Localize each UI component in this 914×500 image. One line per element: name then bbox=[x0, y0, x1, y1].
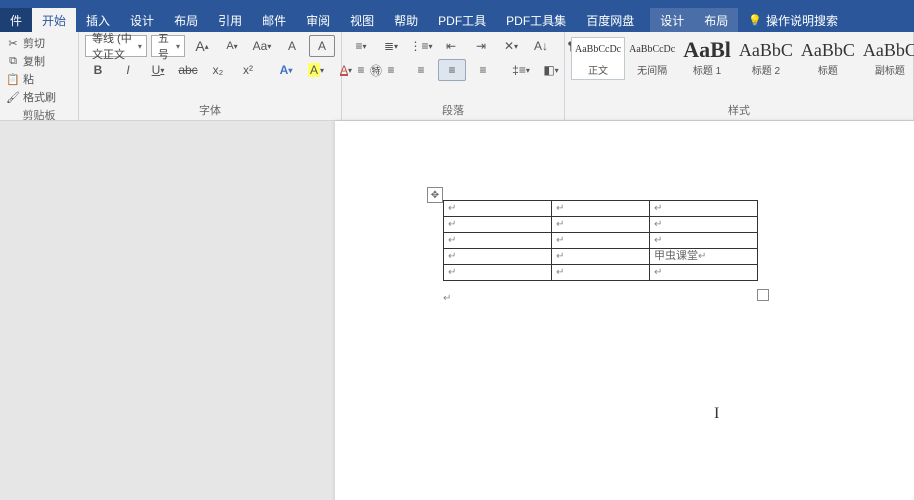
change-case-button[interactable]: Aa▾ bbox=[249, 36, 275, 56]
tab-view[interactable]: 视图 bbox=[340, 8, 384, 32]
group-font: 等线 (中文正文▾ 五号▾ A▴ A▾ Aa▾ A A B I U▾ abc x… bbox=[79, 32, 342, 120]
scissors-icon: ✂ bbox=[6, 36, 20, 50]
style-heading2[interactable]: AaBbC标题 2 bbox=[735, 37, 797, 80]
styles-gallery[interactable]: AaBbCcDc正文 AaBbCcDc无间隔 AaBl标题 1 AaBbC标题 … bbox=[571, 35, 907, 82]
style-subtitle[interactable]: AaBbC副标题 bbox=[859, 37, 914, 80]
font-size-combo[interactable]: 五号▾ bbox=[151, 35, 185, 57]
page[interactable]: ✥ ↵↵↵ ↵↵↵ ↵↵↵ ↵↵甲虫课堂↵ ↵↵↵ ↵ I bbox=[335, 121, 914, 500]
align-justify-button[interactable]: ≡ bbox=[438, 59, 466, 81]
title-bar bbox=[0, 0, 914, 8]
style-normal[interactable]: AaBbCcDc正文 bbox=[571, 37, 625, 80]
increase-indent-button[interactable]: ⇥ bbox=[468, 36, 494, 56]
table-row[interactable]: ↵↵↵ bbox=[444, 217, 758, 233]
shrink-font-button[interactable]: A▾ bbox=[219, 36, 245, 56]
phonetic-guide-button[interactable]: A bbox=[279, 36, 305, 56]
tab-design[interactable]: 设计 bbox=[120, 8, 164, 32]
copy-button[interactable]: ⧉复制 bbox=[6, 53, 72, 69]
font-label: 字体 bbox=[85, 102, 335, 118]
brush-icon: 🖌 bbox=[6, 90, 20, 104]
chevron-down-icon: ▾ bbox=[176, 42, 180, 51]
table-row[interactable]: ↵↵↵ bbox=[444, 201, 758, 217]
tab-baidu-netdisk[interactable]: 百度网盘 bbox=[576, 8, 644, 32]
numbering-button[interactable]: ≣▾ bbox=[378, 36, 404, 56]
italic-button[interactable]: I bbox=[115, 60, 141, 80]
asian-layout-button[interactable]: ✕▾ bbox=[498, 36, 524, 56]
superscript-button[interactable]: x² bbox=[235, 60, 261, 80]
align-left-button[interactable]: ≡ bbox=[348, 60, 374, 80]
clipboard-label: 剪贴板 bbox=[6, 107, 72, 121]
shading-button[interactable]: ◧▾ bbox=[538, 60, 564, 80]
tab-file[interactable]: 件 bbox=[0, 8, 32, 32]
text-effects-button[interactable]: A▾ bbox=[273, 60, 299, 80]
paste-icon: 📋 bbox=[6, 72, 20, 86]
table-row[interactable]: ↵↵↵ bbox=[444, 265, 758, 281]
paste-button[interactable]: 📋粘 bbox=[6, 71, 72, 87]
document-canvas[interactable]: ✥ ↵↵↵ ↵↵↵ ↵↵↵ ↵↵甲虫课堂↵ ↵↵↵ ↵ I bbox=[0, 121, 914, 500]
chevron-down-icon: ▾ bbox=[138, 42, 142, 51]
table-cell-text[interactable]: 甲虫课堂↵ bbox=[650, 249, 758, 265]
align-distribute-button[interactable]: ≡ bbox=[470, 60, 496, 80]
style-title[interactable]: AaBbC标题 bbox=[797, 37, 859, 80]
text-cursor: I bbox=[714, 405, 719, 423]
paragraph-mark: ↵ bbox=[443, 293, 451, 304]
group-paragraph: ≡▾ ≣▾ ⋮≡▾ ⇤ ⇥ ✕▾ A↓ ¶ ≡ ≡ ≡ ≡ ≡ ‡≡▾ ◧▾ ⊞… bbox=[342, 32, 565, 120]
tab-home[interactable]: 开始 bbox=[32, 8, 76, 32]
grow-font-button[interactable]: A▴ bbox=[189, 36, 215, 56]
table-move-handle[interactable]: ✥ bbox=[427, 187, 443, 203]
tab-table-design[interactable]: 设计 bbox=[650, 8, 694, 32]
tab-layout[interactable]: 布局 bbox=[164, 8, 208, 32]
cut-button[interactable]: ✂剪切 bbox=[6, 35, 72, 51]
group-styles: AaBbCcDc正文 AaBbCcDc无间隔 AaBl标题 1 AaBbC标题 … bbox=[565, 32, 914, 120]
tab-pdf-toolset[interactable]: PDF工具集 bbox=[496, 8, 576, 32]
tab-pdf-tools[interactable]: PDF工具 bbox=[428, 8, 496, 32]
table-row[interactable]: ↵↵↵ bbox=[444, 233, 758, 249]
multilevel-list-button[interactable]: ⋮≡▾ bbox=[408, 36, 434, 56]
table-row[interactable]: ↵↵甲虫课堂↵ bbox=[444, 249, 758, 265]
styles-label: 样式 bbox=[571, 102, 907, 118]
char-border-button[interactable]: A bbox=[309, 35, 335, 57]
paragraph-label: 段落 bbox=[348, 102, 558, 118]
line-spacing-button[interactable]: ‡≡▾ bbox=[508, 60, 534, 80]
strikethrough-button[interactable]: abc bbox=[175, 60, 201, 80]
highlight-button[interactable]: A▾ bbox=[303, 60, 329, 80]
tell-me-label: 操作说明搜索 bbox=[766, 12, 838, 29]
subscript-button[interactable]: x₂ bbox=[205, 60, 231, 80]
align-right-button[interactable]: ≡ bbox=[408, 60, 434, 80]
bullets-button[interactable]: ≡▾ bbox=[348, 36, 374, 56]
style-no-spacing[interactable]: AaBbCcDc无间隔 bbox=[625, 37, 679, 80]
decrease-indent-button[interactable]: ⇤ bbox=[438, 36, 464, 56]
font-name-combo[interactable]: 等线 (中文正文▾ bbox=[85, 35, 147, 57]
ribbon: ✂剪切 ⧉复制 📋粘 🖌格式刷 剪贴板 等线 (中文正文▾ 五号▾ A▴ A▾ … bbox=[0, 32, 914, 121]
lightbulb-icon: 💡 bbox=[748, 14, 762, 27]
ribbon-tabs: 件 开始 插入 设计 布局 引用 邮件 审阅 视图 帮助 PDF工具 PDF工具… bbox=[0, 8, 914, 32]
sort-button[interactable]: A↓ bbox=[528, 36, 554, 56]
format-painter-button[interactable]: 🖌格式刷 bbox=[6, 89, 72, 105]
document-table[interactable]: ↵↵↵ ↵↵↵ ↵↵↵ ↵↵甲虫课堂↵ ↵↵↵ bbox=[443, 200, 758, 281]
tab-insert[interactable]: 插入 bbox=[76, 8, 120, 32]
tell-me-search[interactable]: 💡 操作说明搜索 bbox=[738, 8, 848, 32]
tab-mailings[interactable]: 邮件 bbox=[252, 8, 296, 32]
style-heading1[interactable]: AaBl标题 1 bbox=[679, 37, 735, 80]
bold-button[interactable]: B bbox=[85, 60, 111, 80]
tab-table-layout[interactable]: 布局 bbox=[694, 8, 738, 32]
underline-button[interactable]: U▾ bbox=[145, 60, 171, 80]
table-resize-handle[interactable] bbox=[757, 289, 769, 301]
tab-help[interactable]: 帮助 bbox=[384, 8, 428, 32]
tab-review[interactable]: 审阅 bbox=[296, 8, 340, 32]
align-center-button[interactable]: ≡ bbox=[378, 60, 404, 80]
copy-icon: ⧉ bbox=[6, 54, 20, 68]
tab-references[interactable]: 引用 bbox=[208, 8, 252, 32]
group-clipboard: ✂剪切 ⧉复制 📋粘 🖌格式刷 剪贴板 bbox=[0, 32, 79, 120]
